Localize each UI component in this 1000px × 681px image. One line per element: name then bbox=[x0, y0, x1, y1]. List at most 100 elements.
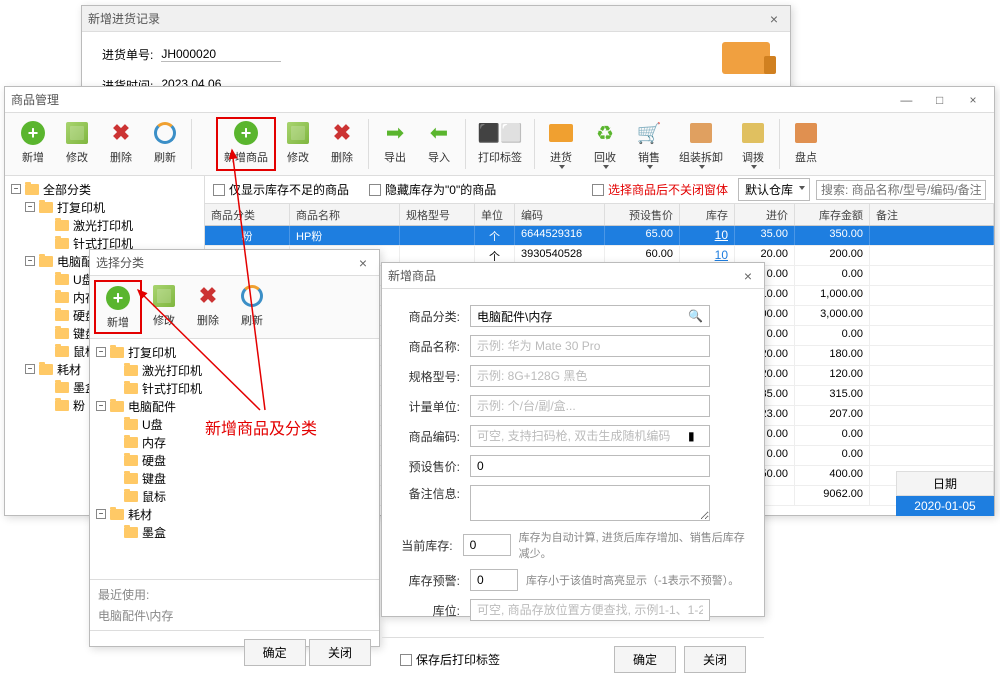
field-label: 计量单位: bbox=[400, 398, 460, 415]
assemble-button[interactable]: 组装拆卸 bbox=[671, 117, 731, 171]
dialog-toolbar: +新增 修改 ✖删除 刷新 bbox=[90, 276, 379, 339]
edit-product-button[interactable]: 修改 bbox=[276, 117, 320, 171]
unit-input[interactable] bbox=[470, 395, 710, 417]
tree-node[interactable]: −打复印机 bbox=[94, 343, 375, 361]
dialog-title: 选择分类 bbox=[96, 254, 353, 271]
refresh-button[interactable]: 刷新 bbox=[143, 117, 187, 171]
checkbox-low-stock[interactable] bbox=[213, 184, 225, 196]
tree-node[interactable]: −打复印机 bbox=[9, 198, 200, 216]
folder-icon bbox=[124, 365, 138, 376]
inventory-button[interactable]: 盘点 bbox=[784, 117, 828, 171]
cancel-button[interactable]: 关闭 bbox=[684, 646, 746, 673]
remark-input[interactable] bbox=[470, 485, 710, 521]
print-label-button[interactable]: ⬛⬜打印标签 bbox=[470, 117, 530, 171]
bg-window-stock-entry: 新增进货记录 × 进货单号: 进货时间: 2023 04 06 bbox=[81, 5, 791, 95]
table-row[interactable]: 粉HP粉个664452931665.001035.00350.00 bbox=[205, 226, 994, 246]
field-note: 库存小于该值时高亮显示（-1表示不预警）。 bbox=[526, 572, 739, 588]
folder-icon bbox=[55, 292, 69, 303]
checkbox-no-close[interactable] bbox=[592, 184, 604, 196]
category-input[interactable] bbox=[470, 305, 710, 327]
tree-leaf[interactable]: 激光打印机 bbox=[9, 216, 200, 234]
folder-icon bbox=[55, 328, 69, 339]
cat-refresh-button[interactable]: 刷新 bbox=[230, 280, 274, 334]
tree-leaf[interactable]: 针式打印机 bbox=[94, 379, 375, 397]
folder-icon bbox=[124, 419, 138, 430]
name-input[interactable] bbox=[470, 335, 710, 357]
folder-icon bbox=[55, 238, 69, 249]
add-button[interactable]: +新增 bbox=[11, 117, 55, 171]
grid-header: 商品分类 商品名称 规格型号 单位 编码 预设售价 库存 进价 库存金额 备注 bbox=[205, 204, 994, 226]
tree-leaf[interactable]: 内存 bbox=[94, 433, 375, 451]
folder-icon bbox=[39, 202, 53, 213]
window-title: 新增进货记录 bbox=[88, 10, 764, 27]
cancel-button[interactable]: 关闭 bbox=[309, 639, 371, 666]
checkbox-hide-zero[interactable] bbox=[369, 184, 381, 196]
sale-button[interactable]: 🛒销售 bbox=[627, 117, 671, 171]
ok-button[interactable]: 确定 bbox=[614, 646, 676, 673]
transfer-button[interactable]: 调拨 bbox=[731, 117, 775, 171]
spec-input[interactable] bbox=[470, 365, 710, 387]
delete-product-button[interactable]: ✖删除 bbox=[320, 117, 364, 171]
tree-leaf[interactable]: 墨盒 bbox=[94, 523, 375, 541]
add-product-button[interactable]: +新增商品 bbox=[216, 117, 276, 171]
folder-icon bbox=[55, 346, 69, 357]
close-icon[interactable]: × bbox=[353, 255, 373, 271]
cat-delete-button[interactable]: ✖删除 bbox=[186, 280, 230, 334]
tree-leaf[interactable]: 激光打印机 bbox=[94, 361, 375, 379]
tree-leaf[interactable]: 硬盘 bbox=[94, 451, 375, 469]
tree-node[interactable]: −电脑配件 bbox=[94, 397, 375, 415]
recycle-button[interactable]: ♻回收 bbox=[583, 117, 627, 171]
stock-in-button[interactable]: 进货 bbox=[539, 117, 583, 171]
delete-button[interactable]: ✖删除 bbox=[99, 117, 143, 171]
field-label: 库位: bbox=[400, 602, 460, 619]
folder-icon bbox=[124, 383, 138, 394]
barcode-icon[interactable]: ▮ bbox=[688, 429, 695, 443]
titlebar: 商品管理 — □ × bbox=[5, 87, 994, 113]
order-no-input[interactable] bbox=[161, 47, 281, 62]
field-label: 预设售价: bbox=[400, 458, 460, 475]
tree-leaf[interactable]: 键盘 bbox=[94, 469, 375, 487]
field-label: 商品名称: bbox=[400, 338, 460, 355]
save-print-checkbox[interactable] bbox=[400, 654, 412, 666]
price-input[interactable] bbox=[470, 455, 710, 477]
field-label: 商品分类: bbox=[400, 308, 460, 325]
folder-icon bbox=[55, 310, 69, 321]
minimize-icon[interactable]: — bbox=[891, 93, 921, 107]
date-panel: 日期 2020-01-05 bbox=[896, 471, 994, 516]
stock-input[interactable] bbox=[463, 534, 511, 556]
warehouse-select[interactable]: 默认仓库 bbox=[738, 178, 810, 201]
tree-leaf[interactable]: U盘 bbox=[94, 415, 375, 433]
tree-root[interactable]: −全部分类 bbox=[9, 180, 200, 198]
date-value[interactable]: 2020-01-05 bbox=[896, 496, 994, 516]
field-label: 库存预警: bbox=[400, 572, 460, 589]
code-input[interactable] bbox=[470, 425, 710, 447]
search-icon[interactable]: 🔍 bbox=[688, 309, 703, 323]
recent-value[interactable]: 电脑配件\内存 bbox=[98, 607, 371, 624]
close-icon[interactable]: × bbox=[764, 11, 784, 27]
maximize-icon[interactable]: □ bbox=[925, 93, 955, 107]
date-header: 日期 bbox=[896, 471, 994, 496]
search-input[interactable] bbox=[816, 180, 986, 200]
tree-node[interactable]: −耗材 bbox=[94, 505, 375, 523]
folder-icon bbox=[110, 401, 124, 412]
close-icon[interactable]: × bbox=[738, 268, 758, 284]
loc-input[interactable] bbox=[470, 599, 710, 621]
folder-icon bbox=[55, 274, 69, 285]
import-button[interactable]: ⬅导入 bbox=[417, 117, 461, 171]
category-dialog: 选择分类 × +新增 修改 ✖删除 刷新 −打复印机 激光打印机 针式打印机 −… bbox=[89, 249, 380, 647]
folder-icon bbox=[124, 527, 138, 538]
ok-button[interactable]: 确定 bbox=[244, 639, 306, 666]
titlebar: 新增进货记录 × bbox=[82, 6, 790, 32]
order-no-label: 进货单号: bbox=[102, 46, 153, 63]
add-product-dialog: 新增商品 × 商品分类:🔍 商品名称: 规格型号: 计量单位: 商品编码:▮ 预… bbox=[381, 262, 765, 617]
export-button[interactable]: ➡导出 bbox=[373, 117, 417, 171]
warn-input[interactable] bbox=[470, 569, 518, 591]
folder-icon bbox=[124, 473, 138, 484]
cat-add-button[interactable]: +新增 bbox=[94, 280, 142, 334]
edit-button[interactable]: 修改 bbox=[55, 117, 99, 171]
main-toolbar: +新增 修改 ✖删除 刷新 +新增商品 修改 ✖删除 ➡导出 ⬅导入 ⬛⬜打印标… bbox=[5, 113, 994, 176]
folder-icon bbox=[39, 256, 53, 267]
tree-leaf[interactable]: 鼠标 bbox=[94, 487, 375, 505]
cat-edit-button[interactable]: 修改 bbox=[142, 280, 186, 334]
close-icon[interactable]: × bbox=[958, 93, 988, 107]
